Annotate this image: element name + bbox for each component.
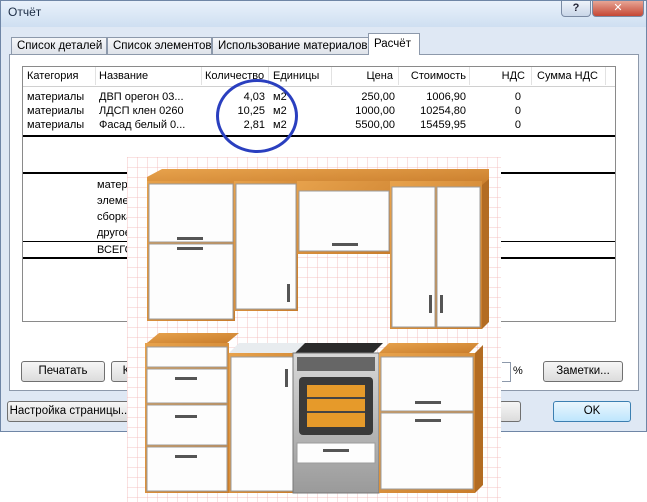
print-button[interactable]: Печатать (21, 361, 105, 382)
cell-vat: 0 (514, 119, 521, 131)
tab-materials-usage[interactable]: Использование материалов (212, 37, 369, 54)
kitchen-render-image (127, 157, 501, 502)
table-row[interactable]: материалы ДВП орегон 03... 4,03 м2 250,0… (23, 91, 615, 105)
percent-field[interactable] (502, 362, 511, 382)
window-title: Отчёт (8, 5, 42, 19)
divider (23, 135, 615, 137)
col-price[interactable]: Цена (333, 70, 393, 82)
cell-cost: 1006,90 (426, 91, 466, 103)
summary-elements: элеме (97, 195, 129, 207)
cell-vat: 0 (514, 91, 521, 103)
col-vat-sum[interactable]: Сумма НДС (537, 70, 603, 82)
cell-cost: 10254,80 (420, 105, 466, 117)
cell-name: Фасад белый 0... (99, 119, 186, 131)
cell-price: 250,00 (361, 91, 395, 103)
annotation-ellipse (216, 79, 298, 153)
tab-parts-list[interactable]: Список деталей (11, 37, 107, 54)
help-button[interactable]: ? (561, 1, 591, 17)
summary-materials: матер (97, 179, 128, 191)
lower-cabinets (145, 333, 483, 494)
cell-name: ЛДСП клен 0260 (99, 105, 184, 117)
cell-category: материалы (27, 105, 85, 117)
ok-button[interactable]: OK (553, 401, 631, 422)
summary-other: другое (97, 227, 131, 239)
close-button[interactable]: ✕ (592, 1, 644, 17)
table-row[interactable]: материалы Фасад белый 0... 2,81 м2 5500,… (23, 119, 615, 133)
cell-cost: 15459,95 (420, 119, 466, 131)
cell-category: материалы (27, 119, 85, 131)
table-header: Категория Название Количество Единицы Це… (23, 67, 615, 87)
cell-category: материалы (27, 91, 85, 103)
tab-elements-list[interactable]: Список элементов (107, 37, 212, 54)
tab-calculation[interactable]: Расчёт (368, 33, 420, 55)
col-name[interactable]: Название (99, 70, 199, 82)
cell-name: ДВП орегон 03... (99, 91, 184, 103)
hidden-button[interactable] (499, 401, 521, 422)
cell-price: 5500,00 (355, 119, 395, 131)
col-units[interactable]: Единицы (273, 70, 331, 82)
col-category[interactable]: Категория (27, 70, 97, 82)
cell-price: 1000,00 (355, 105, 395, 117)
notes-button[interactable]: Заметки... (543, 361, 623, 382)
page-setup-button[interactable]: Настройка страницы... (7, 401, 133, 422)
col-vat[interactable]: НДС (471, 70, 525, 82)
table-row[interactable]: материалы ЛДСП клен 0260 10,25 м2 1000,0… (23, 105, 615, 119)
col-cost[interactable]: Стоимость (400, 70, 466, 82)
cell-vat: 0 (514, 105, 521, 117)
title-bar[interactable]: Отчёт ? ✕ (1, 1, 646, 27)
percent-sign: % (513, 365, 523, 377)
